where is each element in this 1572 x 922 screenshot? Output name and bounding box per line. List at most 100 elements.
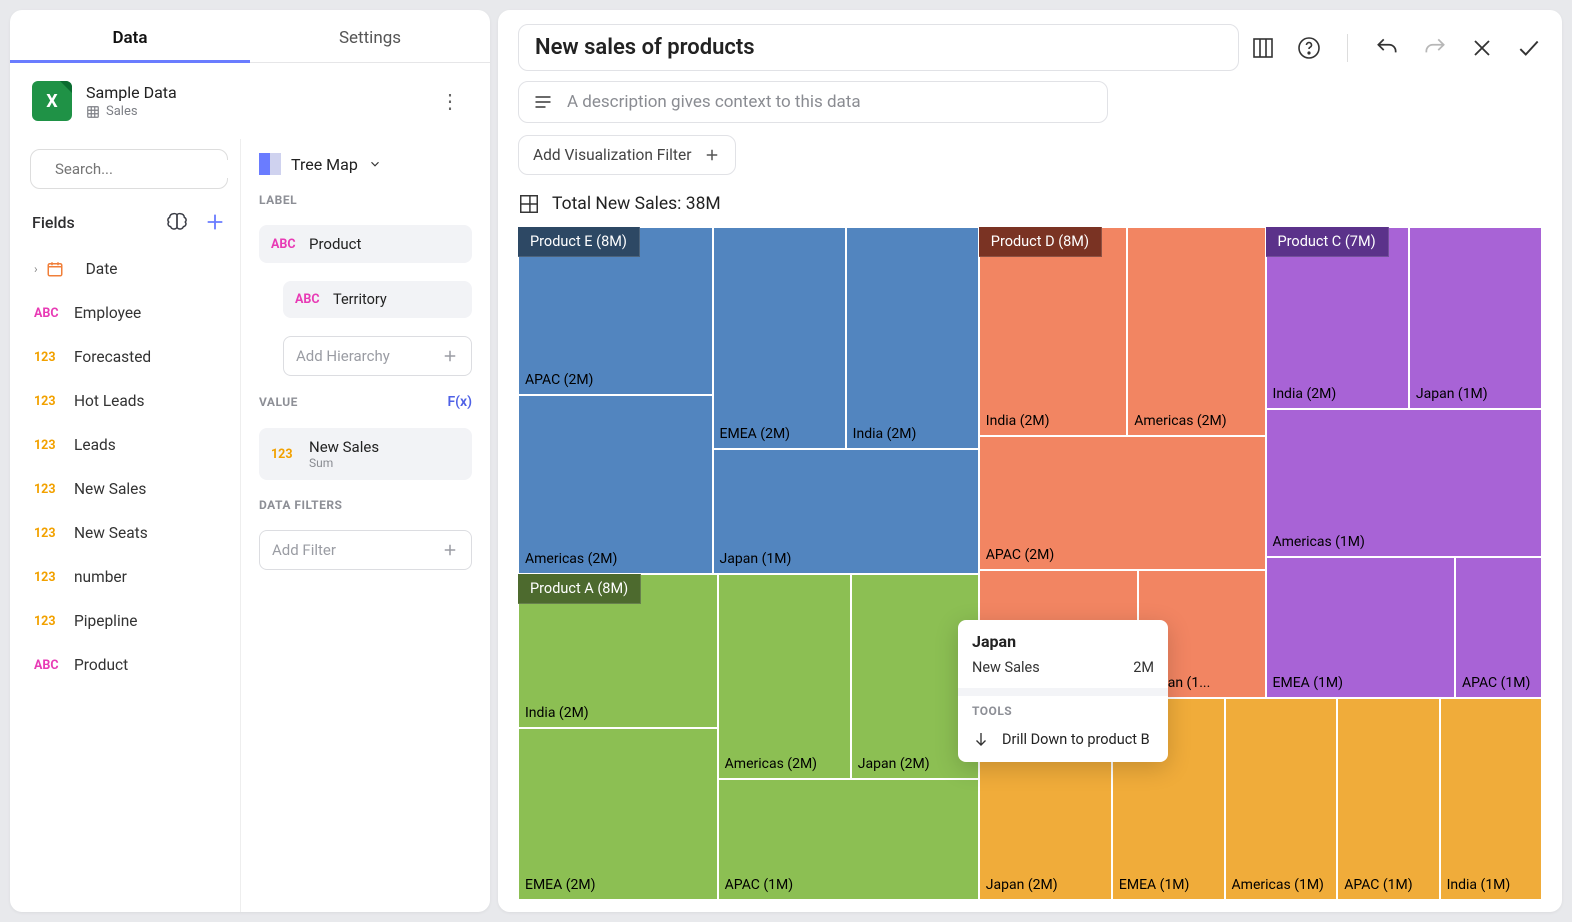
add-viz-filter-label: Add Visualization Filter [533,146,691,164]
treemap-group-header[interactable]: Product E (8M) [518,227,640,257]
field-pipeline[interactable]: 123Pipepline [30,599,228,643]
treemap-cell[interactable]: Americas (2M) [518,395,713,573]
treemap-cell-label: Americas (1M) [1232,877,1324,893]
treemap-cell-label: EMEA (1M) [1119,877,1190,893]
add-hierarchy-label: Add Hierarchy [296,347,390,365]
confirm-button[interactable] [1516,35,1542,61]
treemap-cell[interactable]: APAC (1M) [1455,557,1542,698]
field-label: Product [74,656,128,674]
tab-settings[interactable]: Settings [250,10,490,62]
treemap-group-header[interactable]: Product C (7M) [1266,227,1389,257]
hierarchy-field-pill[interactable]: ABC Territory [283,281,472,318]
datasource-name: Sample Data [86,83,177,102]
treemap-cell-label: Japan (1M) [720,551,792,567]
field-new-sales[interactable]: 123New Sales [30,467,228,511]
undo-button[interactable] [1374,35,1400,61]
treemap-swatch-icon [259,153,281,175]
hierarchy-field-name: Territory [333,291,387,308]
add-hierarchy-button[interactable]: Add Hierarchy [283,336,472,376]
field-label: Forecasted [74,348,151,366]
label-field-name: Product [309,235,361,253]
viz-title-input[interactable] [518,24,1239,71]
treemap-cell[interactable]: EMEA (1M) [1266,557,1455,698]
excel-icon [32,81,72,121]
fields-heading: Fields [32,213,75,232]
add-viz-filter-button[interactable]: Add Visualization Filter [518,135,736,175]
field-search[interactable] [30,149,228,189]
grid-icon [86,105,100,119]
treemap-cell-label: EMEA (2M) [720,426,791,442]
treemap-cell[interactable]: India (1M) [1440,698,1542,900]
treemap-cell[interactable]: Americas (1M) [1225,698,1338,900]
tooltip-drill-label: Drill Down to product B [1002,731,1150,748]
field-forecasted[interactable]: 123 Forecasted [30,335,228,379]
datasource-menu-button[interactable]: ⋮ [432,85,468,117]
field-number[interactable]: 123number [30,555,228,599]
treemap-cell-label: India (2M) [525,705,589,721]
help-button[interactable] [1297,36,1321,60]
treemap-cell-label: India (1M) [1447,877,1511,893]
treemap-cell-label: India (2M) [986,413,1050,429]
plus-icon [703,146,721,164]
total-label: Total New Sales: 38M [552,194,721,214]
treemap-cell[interactable]: India (2M) [979,227,1127,436]
treemap-cell[interactable]: APAC (1M) [1337,698,1439,900]
search-input[interactable] [55,160,254,178]
ai-fields-icon[interactable] [166,211,188,233]
treemap-chart[interactable]: APAC (2M) EMEA (2M) India (2M) Americas (2M… [518,227,1542,900]
field-product[interactable]: ABC Product [30,643,228,687]
grid-view-button[interactable] [1251,36,1275,60]
value-field-name: New Sales [309,438,379,456]
add-data-filter-button[interactable]: Add Filter [259,530,472,570]
field-date[interactable]: › Date [30,247,228,291]
treemap-cell-label: India (2M) [853,426,917,442]
tooltip-drill-down[interactable]: Drill Down to product B [958,722,1168,762]
field-employee[interactable]: ABCEmployee [30,291,228,335]
fields-column: Fields › Date AB [10,139,240,912]
fx-button[interactable]: F(x) [447,394,472,410]
field-label: Leads [74,436,116,454]
add-filter-label: Add Filter [272,541,336,559]
field-new-seats[interactable]: 123New Seats [30,511,228,555]
treemap-cell[interactable]: Americas (2M) [718,574,851,779]
panel-tabs: Data Settings [10,10,490,62]
treemap-cell[interactable]: Japan (1M) [713,449,979,574]
close-button[interactable] [1470,36,1494,60]
treemap-cell-label: APAC (1M) [725,877,793,893]
label-section-heading: LABEL [259,193,472,207]
treemap-cell-label: APAC (2M) [986,547,1054,563]
label-field-pill[interactable]: ABC Product [259,225,472,263]
treemap-group-header[interactable]: Product A (8M) [518,574,641,604]
number-type-icon: 123 [34,394,62,409]
add-field-button[interactable] [204,211,226,233]
datasource-sheet: Sales [106,104,138,119]
treemap-cell[interactable]: Americas (2M) [1127,227,1265,436]
tab-data[interactable]: Data [10,10,250,62]
treemap-cell[interactable]: APAC (2M) [979,436,1266,571]
treemap-group-header[interactable]: Product D (8M) [979,227,1102,257]
field-hot-leads[interactable]: 123Hot Leads [30,379,228,423]
treemap-cell-label: Americas (2M) [725,756,817,772]
chevron-down-icon [368,157,382,171]
treemap-cell-label: APAC (2M) [525,372,593,388]
treemap-cell[interactable]: Japan (1M) [1409,227,1542,409]
treemap-cell-label: EMEA (2M) [525,877,596,893]
treemap-cell-label: Americas (2M) [525,551,617,567]
treemap-cell[interactable]: EMEA (2M) [518,728,718,900]
config-column: Tree Map LABEL ABC Product ABC Territory… [240,139,490,912]
description-input[interactable]: A description gives context to this data [518,81,1108,123]
treemap-cell[interactable]: Americas (1M) [1266,409,1542,557]
number-type-icon: 123 [34,350,62,365]
field-leads[interactable]: 123Leads [30,423,228,467]
treemap-cell[interactable]: India (2M) [846,227,979,449]
value-field-pill[interactable]: 123 New Sales Sum [259,428,472,480]
treemap-cell[interactable]: EMEA (2M) [713,227,846,449]
chart-type-selector[interactable]: Tree Map [259,153,472,175]
treemap-cell-label: EMEA (1M) [1273,675,1344,691]
paragraph-icon [533,92,553,112]
redo-button[interactable] [1422,35,1448,61]
text-type-icon: ABC [295,292,323,307]
text-type-icon: ABC [34,658,62,673]
treemap-cell[interactable]: APAC (1M) [718,779,979,900]
field-label: New Sales [74,480,146,498]
